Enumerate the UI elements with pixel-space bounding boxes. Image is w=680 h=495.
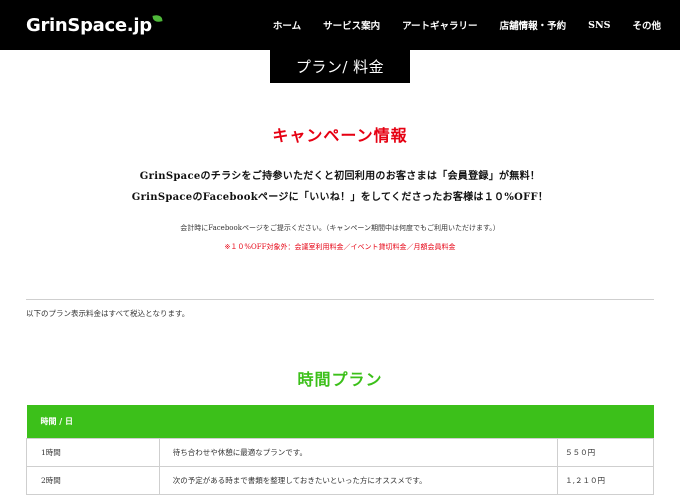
table-row: 1時間 待ち合わせや休憩に最適なプランです。 ５５０円 [26, 437, 654, 467]
nav-item-home[interactable]: ホーム [262, 18, 312, 32]
time-plan-heading: 時間プラン [297, 370, 383, 389]
plan-price: １,２１０円 [557, 465, 654, 495]
plan-name: 1時間 [26, 437, 160, 467]
campaign-line-facebook: GrinSpaceのFacebookページに「いいね！」をしてくださったお客様は… [131, 192, 549, 203]
page-title: プラン/ 料金 [270, 50, 410, 83]
table-header-label: 時間 / 日 [26, 405, 654, 438]
table-header-row: 時間 / 日 [26, 405, 654, 438]
tax-note: 以下のプラン表示料金はすべて税込となります。 [26, 309, 190, 318]
plan-price: ５５０円 [557, 437, 654, 467]
site-header: GrinSpace.jp ホーム サービス案内 アートギャラリー 店舗情報・予約… [0, 0, 680, 50]
logo-text: GrinSpace.jp [26, 14, 152, 36]
campaign-note: 会計時にFacebookページをご提示ください。（キャンペーン期間中は何度でもご… [180, 224, 500, 232]
campaign-exclusion-note: ※１０%OFF対象外：会議室利用料金／イベント貸切料金／月額会員料金 [224, 243, 456, 251]
nav-item-other[interactable]: その他 [621, 18, 672, 32]
nav-item-sns[interactable]: SNS [577, 20, 621, 31]
main-nav: ホーム サービス案内 アートギャラリー 店舗情報・予約 SNS その他 [262, 0, 672, 50]
plan-name: 2時間 [26, 465, 160, 495]
leaf-icon [152, 13, 163, 23]
campaign-heading: キャンペーン情報 [272, 126, 408, 145]
nav-item-art-gallery[interactable]: アートギャラリー [391, 18, 488, 32]
site-logo[interactable]: GrinSpace.jp [26, 11, 163, 39]
plan-description: 次の予定がある時まで書類を整理しておきたいといった方にオススメです。 [158, 465, 559, 495]
nav-item-store-info[interactable]: 店舗情報・予約 [489, 18, 578, 32]
time-plan-table: 時間 / 日 1時間 待ち合わせや休憩に最適なプランです。 ５５０円 2時間 次… [26, 405, 654, 495]
section-divider [26, 299, 654, 300]
plan-description: 待ち合わせや休憩に最適なプランです。 [158, 437, 559, 467]
nav-item-services[interactable]: サービス案内 [312, 18, 391, 32]
campaign-line-flyer: GrinSpaceのチラシをご持参いただくと初回利用のお客さまは「会員登録」が無… [139, 171, 541, 182]
table-row: 2時間 次の予定がある時まで書類を整理しておきたいといった方にオススメです。 １… [26, 465, 654, 495]
